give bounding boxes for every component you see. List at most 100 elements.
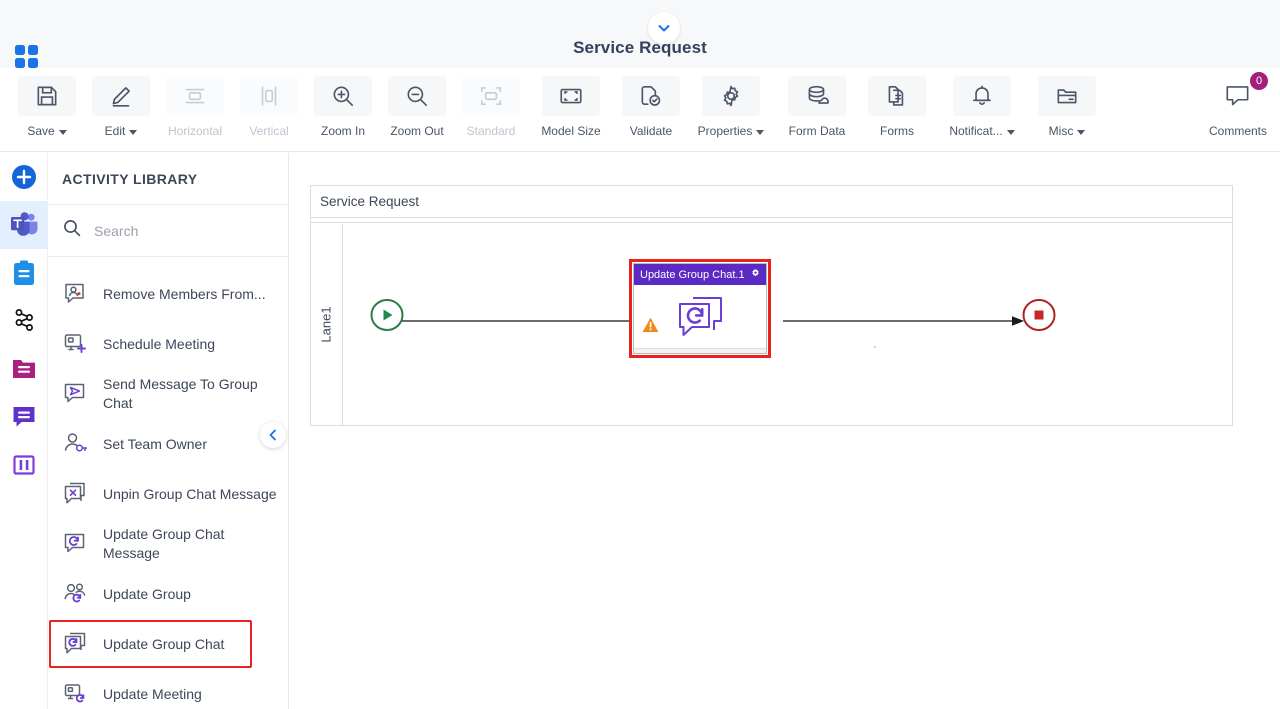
task-node-update-group-chat[interactable]: Update Group Chat.1 [629, 259, 771, 358]
toolbar-zoom-out-button[interactable]: Zoom Out [380, 68, 454, 146]
chevron-down-icon [1077, 129, 1086, 135]
rail-item-teams[interactable] [0, 201, 48, 249]
toolbar-save-button[interactable]: Save [10, 68, 84, 146]
toolbar-label: Standard [466, 124, 516, 138]
toolbar-properties-button[interactable]: Properties [688, 68, 774, 146]
process-pool[interactable]: Service Request Lane1 Update Group Chat.… [310, 185, 1233, 426]
toolbar-forms-button[interactable]: Forms [860, 68, 934, 146]
toolbar-label: Save [27, 124, 55, 138]
toolbar-notifications-button[interactable]: Notificat... [934, 68, 1030, 146]
library-search-row[interactable] [48, 205, 288, 257]
toolbar-label: Zoom Out [390, 124, 444, 138]
toolbar-misc-button[interactable]: Misc [1030, 68, 1104, 146]
list-item-label: Unpin Group Chat Message [103, 485, 277, 502]
toolbar-label: Horizontal [167, 124, 223, 138]
canvas-marker-dot [874, 346, 876, 348]
lane-label-text: Lane1 [319, 306, 334, 343]
toolbar-label: Zoom In [320, 124, 365, 138]
model-size-icon [542, 76, 600, 116]
standard-size-icon [462, 76, 520, 116]
toolbar-label: Forms [880, 124, 914, 138]
toolbar-vertical-button[interactable]: Vertical [232, 68, 306, 146]
list-item[interactable]: Update Meeting [48, 669, 288, 709]
lane-label: Lane1 [311, 224, 343, 425]
toolbar-zoom-in-button[interactable]: Zoom In [306, 68, 380, 146]
list-item[interactable]: Remove Members From... [48, 269, 288, 319]
search-input[interactable] [94, 222, 254, 239]
search-icon [62, 218, 82, 243]
pool-separator [311, 218, 1232, 223]
rail-item-messages[interactable] [0, 393, 48, 441]
sequence-flow-2[interactable] [783, 315, 1025, 327]
update-group-icon [62, 580, 90, 608]
task-header: Update Group Chat.1 [634, 264, 766, 285]
update-meeting-icon [62, 680, 90, 708]
list-item[interactable]: Send Message To Group Chat [48, 369, 288, 419]
edit-pencil-icon [92, 76, 150, 116]
toolbar-label: Vertical [249, 124, 289, 138]
list-item[interactable]: Set Team Owner [48, 419, 288, 469]
rail-item-add[interactable] [0, 153, 48, 201]
diagram-canvas[interactable]: Service Request Lane1 Update Group Chat.… [289, 153, 1280, 709]
toolbar-horizontal-button[interactable]: Horizontal [158, 68, 232, 146]
activity-list[interactable]: Remove Members From... Schedule Meeting [48, 257, 288, 709]
teams-icon [11, 212, 38, 236]
list-item-label: Update Group Chat Message [103, 526, 225, 561]
list-item[interactable]: Update Group Chat Message [48, 519, 288, 569]
clipboard-icon [14, 260, 34, 285]
lane[interactable]: Lane1 Update Group Chat.1 [311, 224, 1232, 425]
toolbar-comments-button[interactable]: 0 Comments [1196, 68, 1280, 146]
partial-item-icon [62, 257, 90, 269]
list-item[interactable]: Update Group [48, 569, 288, 619]
toolbar-label: Notificat... [949, 124, 1003, 138]
chevron-down-icon [129, 129, 138, 135]
toolbar-label: Comments [1208, 124, 1267, 138]
zoom-out-icon [388, 76, 446, 116]
toolbar-edit-button[interactable]: Edit [84, 68, 158, 146]
gear-icon[interactable] [750, 268, 761, 282]
horizontal-align-icon [166, 76, 224, 116]
toolbar-validate-button[interactable]: Validate [614, 68, 688, 146]
toolbar-model-size-button[interactable]: Model Size [528, 68, 614, 146]
rail-item-integration[interactable] [0, 297, 48, 345]
list-item[interactable]: Schedule Meeting [48, 319, 288, 369]
send-message-icon [62, 380, 90, 408]
toolbar-standard-button[interactable]: Standard [454, 68, 528, 146]
rail-item-columns[interactable] [0, 441, 48, 489]
chevron-down-icon [756, 129, 765, 135]
gear-icon [702, 76, 760, 116]
schedule-meeting-icon [62, 330, 90, 358]
connector-rail [0, 153, 48, 709]
list-item-label: Update Meeting [103, 685, 202, 702]
forms-icon [868, 76, 926, 116]
end-event[interactable] [1022, 298, 1056, 337]
toolbar-form-data-button[interactable]: Form Data [774, 68, 860, 146]
lane-body[interactable]: Update Group Chat.1 [343, 224, 1232, 425]
list-item[interactable] [48, 257, 288, 269]
toolbar-label: Misc [1048, 124, 1074, 138]
folder-icon [1038, 76, 1096, 116]
task-title: Update Group Chat.1 [640, 268, 745, 281]
start-event[interactable] [370, 298, 404, 337]
list-item-label: Set Team Owner [103, 435, 208, 452]
chevron-left-icon [269, 429, 276, 441]
database-icon [788, 76, 846, 116]
update-group-chat-icon [675, 293, 727, 348]
task-body [634, 285, 766, 348]
update-group-chat-icon [62, 630, 90, 658]
columns-icon [13, 455, 35, 475]
sidebar-collapse-button[interactable] [260, 422, 286, 448]
chevron-down-icon [58, 129, 67, 135]
comments-badge: 0 [1250, 72, 1268, 90]
list-item-update-group-chat[interactable]: Update Group Chat [48, 619, 288, 669]
list-item-label: Update Group Chat [103, 635, 225, 652]
toolbar-label: Validate [629, 124, 673, 138]
list-item[interactable]: Unpin Group Chat Message [48, 469, 288, 519]
unpin-message-icon [62, 480, 90, 508]
task-footer [634, 348, 766, 353]
rail-item-data[interactable] [0, 345, 48, 393]
rail-item-tasks[interactable] [0, 249, 48, 297]
toolbar-label: Form Data [788, 124, 846, 138]
toolbar-label: Model Size [541, 124, 601, 138]
activity-library-panel: ACTIVITY LIBRARY Search Remove Members F… [48, 153, 289, 709]
